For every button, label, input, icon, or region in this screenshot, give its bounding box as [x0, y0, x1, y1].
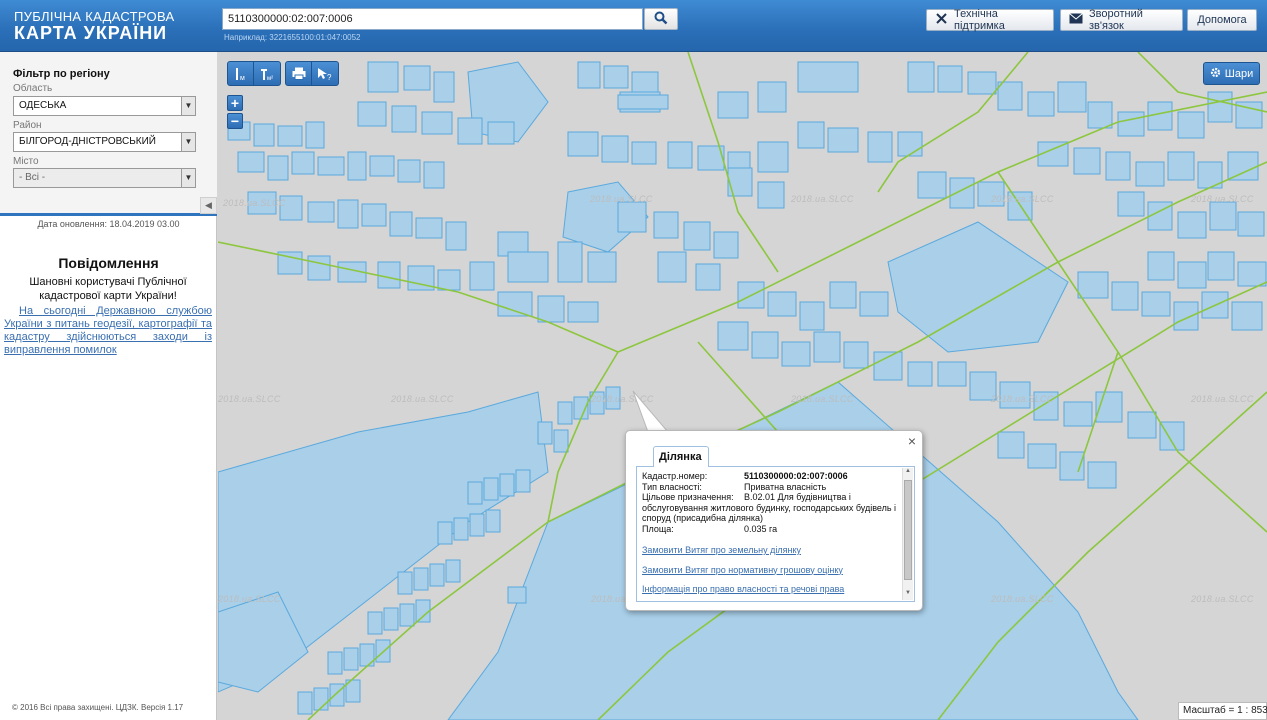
scroll-down-icon[interactable]: ▼ — [903, 590, 913, 600]
purpose-value: В.02.01 Для будівництва і — [744, 492, 851, 502]
notice-link[interactable]: На сьогодні Державною службою України з … — [4, 305, 212, 357]
map-watermark: 2018.ua.SLCC — [218, 594, 281, 604]
wrench-icon — [935, 12, 948, 28]
map-watermark: 2018.ua.SLCC — [218, 394, 281, 404]
search-icon — [654, 11, 668, 28]
ownership-type-value: Приватна власність — [744, 481, 827, 492]
logo-line2: КАРТА УКРАЇНИ — [14, 23, 168, 43]
popup-scrollbar[interactable]: ▲ ▼ — [902, 468, 913, 600]
search-box — [222, 8, 678, 30]
notice-title: Повідомлення — [58, 255, 159, 271]
purpose-row: Цільове призначення: В.02.01 Для будівни… — [642, 492, 900, 503]
field-key: Цільове призначення: — [642, 492, 734, 502]
map-scale: Масштаб = 1 : 8531 — [1178, 702, 1267, 720]
region-label: Область — [13, 83, 53, 94]
print-icon[interactable] — [286, 62, 312, 85]
map-watermark: 2018.ua.SLCC — [1191, 594, 1254, 604]
map-watermark: 2018.ua.SLCC — [991, 194, 1054, 204]
help-label: Допомога — [1197, 14, 1247, 26]
chevron-down-icon: ▼ — [181, 97, 195, 115]
order-extract-link[interactable]: Замовити Витяг про земельну ділянку — [642, 545, 900, 556]
region-filter-panel: Фільтр по регіону Область ОДЕСЬКА ▼ Райо… — [0, 52, 217, 216]
tab-parcel[interactable]: Ділянка — [653, 446, 709, 467]
map-watermark: 2018.ua.SLCC — [391, 394, 454, 404]
layers-label: Шари — [1224, 67, 1254, 80]
app-logo[interactable]: ПУБЛІЧНА КАДАСТРОВА КАРТА УКРАЇНИ — [14, 9, 175, 43]
gear-icon — [1210, 67, 1221, 81]
city-select-value: - Всі - — [19, 172, 46, 183]
area-row: Площа: 0.035 га — [642, 524, 900, 535]
cadastral-search-input[interactable] — [222, 8, 643, 30]
map-watermark: 2018.ua.SLCC — [791, 394, 854, 404]
tech-support-button[interactable]: Технічна підтримка — [926, 8, 1054, 32]
city-label: Місто — [13, 156, 39, 167]
field-key: Площа: — [642, 523, 674, 534]
chevron-down-icon: ▼ — [181, 133, 195, 151]
copyright-text: © 2016 Всі права захищені. ЦДЗК. Версія … — [12, 703, 184, 712]
svg-text:м²: м² — [267, 76, 273, 81]
popup-pointer — [632, 390, 670, 433]
cadastral-number-value: 5110300000:02:007:0006 — [744, 471, 848, 481]
left-sidebar: Фільтр по регіону Область ОДЕСЬКА ▼ Райо… — [0, 52, 217, 720]
map-watermark: 2018.ua.SLCC — [223, 198, 286, 208]
ruler-icon[interactable]: м — [228, 62, 254, 85]
chevron-left-icon: ◀ — [205, 200, 212, 210]
area-value: 0.035 га — [744, 523, 778, 534]
chevron-down-icon: ▼ — [181, 169, 195, 187]
ownership-type-row: Тип власності: Приватна власність — [642, 482, 900, 493]
feedback-button[interactable]: Зворотний зв'язок — [1060, 8, 1183, 32]
measure-toolbar: м м² — [227, 61, 281, 86]
search-button[interactable] — [644, 8, 678, 30]
ownership-info-link[interactable]: Інформація про право власності та речові… — [642, 584, 900, 595]
notice-text: Шановні користувачі Публічної кадастрово… — [29, 276, 187, 302]
layers-button[interactable]: Шари — [1203, 62, 1260, 85]
map-watermark: 2018.ua.SLCC — [991, 594, 1054, 604]
map-watermark: 2018.ua.SLCC — [791, 194, 854, 204]
district-select[interactable]: БІЛГОРОД-ДНІСТРОВСЬКИЙ ▼ — [13, 132, 196, 152]
city-select[interactable]: - Всі - ▼ — [13, 168, 196, 188]
district-label: Район — [13, 120, 42, 131]
svg-text:?: ? — [327, 73, 332, 81]
region-select[interactable]: ОДЕСЬКА ▼ — [13, 96, 196, 116]
cadastral-number-row: Кадастр.номер: 5110300000:02:007:0006 — [642, 471, 900, 482]
map-watermark: 2018.ua.SLCC — [590, 194, 653, 204]
map-watermark: 2018.ua.SLCC — [1191, 394, 1254, 404]
field-key: Кадастр.номер: — [642, 471, 708, 481]
order-valuation-link[interactable]: Замовити Витяг про нормативну грошову оц… — [642, 565, 900, 576]
tech-support-label: Технічна підтримка — [954, 8, 1005, 32]
search-example-hint: Наприклад: 3221655100:01:047:0052 — [224, 33, 361, 42]
identify-icon[interactable]: ? — [312, 62, 338, 85]
filter-title: Фільтр по регіону — [13, 68, 110, 80]
map-watermark: 2018.ua.SLCC — [1191, 194, 1254, 204]
zoom-in-button[interactable]: + — [227, 95, 243, 111]
popup-body: Кадастр.номер: 5110300000:02:007:0006 Ти… — [636, 466, 915, 602]
scroll-thumb[interactable] — [904, 480, 912, 580]
parcel-details: Кадастр.номер: 5110300000:02:007:0006 Ти… — [642, 471, 900, 595]
scroll-up-icon[interactable]: ▲ — [903, 468, 913, 478]
svg-text:м: м — [240, 75, 245, 81]
logo-line1: ПУБЛІЧНА КАДАСТРОВА — [14, 9, 175, 24]
tools-toolbar: ? — [285, 61, 339, 86]
top-header: ПУБЛІЧНА КАДАСТРОВА КАРТА УКРАЇНИ Наприк… — [0, 0, 1267, 52]
map-watermark: 2018.ua.SLCC — [991, 394, 1054, 404]
help-button[interactable]: Допомога — [1187, 9, 1257, 31]
close-icon[interactable]: × — [908, 433, 916, 449]
purpose-continuation: обслуговування житлового будинку, господ… — [642, 502, 897, 524]
cadastral-map[interactable]: 2018.ua.SLCC 2018.ua.SLCC 2018.ua.SLCC 2… — [218, 52, 1267, 720]
map-canvas[interactable] — [218, 52, 1267, 720]
parcel-info-popup: × Ділянка Кадастр.номер: 5110300000:02:0… — [625, 430, 923, 611]
feedback-label: Зворотний зв'язок — [1089, 8, 1143, 32]
update-date: Дата оновлення: 18.04.2019 03.00 — [37, 219, 180, 229]
region-select-value: ОДЕСЬКА — [19, 100, 67, 111]
area-ruler-icon[interactable]: м² — [254, 62, 280, 85]
envelope-icon — [1069, 13, 1083, 27]
district-select-value: БІЛГОРОД-ДНІСТРОВСЬКИЙ — [19, 136, 156, 147]
zoom-out-button[interactable]: − — [227, 113, 243, 129]
collapse-sidebar-button[interactable]: ◀ — [200, 197, 217, 214]
field-key: Тип власності: — [642, 481, 702, 492]
